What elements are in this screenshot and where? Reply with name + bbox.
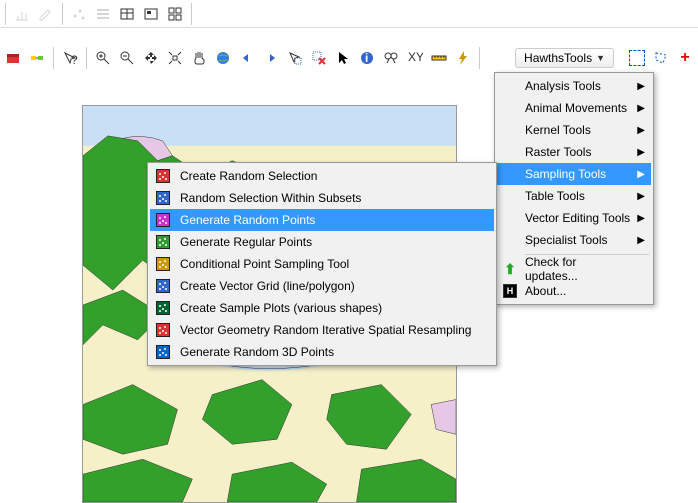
menu-item-label: Vector Editing Tools xyxy=(525,211,630,225)
submenu-item-label: Generate Regular Points xyxy=(180,235,312,249)
about-icon: H xyxy=(499,282,521,300)
fixed-zoom-in-icon[interactable] xyxy=(140,47,162,69)
submenu-item-label: Create Vector Grid (line/polygon) xyxy=(180,279,355,293)
submenu-item-create-sample-plots-various-shapes[interactable]: Create Sample Plots (various shapes) xyxy=(150,297,494,319)
submenu-item-random-selection-within-subsets[interactable]: Random Selection Within Subsets xyxy=(150,187,494,209)
submenu-item-label: Generate Random 3D Points xyxy=(180,345,334,359)
menu-item-specialist-tools[interactable]: Specialist Tools ▶ xyxy=(497,229,651,251)
menu-item-label: Animal Movements xyxy=(525,101,627,115)
sampling-tools-submenu: Create Random Selection Random Selection … xyxy=(147,162,497,366)
submenu-item-label: Create Sample Plots (various shapes) xyxy=(180,301,382,315)
hawths-tools-button[interactable]: HawthsTools ▼ xyxy=(515,48,614,68)
hawths-tools-label: HawthsTools xyxy=(524,51,592,65)
menu-item-check-for-updates[interactable]: ⬆Check for updates... xyxy=(497,258,651,280)
cond-pts-icon xyxy=(152,255,174,273)
submenu-item-create-vector-grid-linepolygon[interactable]: Create Vector Grid (line/polygon) xyxy=(150,275,494,297)
menu-item-kernel-tools[interactable]: Kernel Tools ▶ xyxy=(497,119,651,141)
menu-item-label: Check for updates... xyxy=(525,255,631,283)
submenu-item-generate-random-points[interactable]: Generate Random Points xyxy=(150,209,494,231)
tb-edit-icon[interactable] xyxy=(35,3,57,25)
zoom-out-icon[interactable] xyxy=(116,47,138,69)
menu-item-raster-tools[interactable]: Raster Tools ▶ xyxy=(497,141,651,163)
xy-icon[interactable]: XY xyxy=(404,47,426,69)
identify-icon[interactable]: ? xyxy=(59,47,81,69)
pan-icon[interactable] xyxy=(188,47,210,69)
tb-grid-icon[interactable] xyxy=(164,3,186,25)
vgriser-icon xyxy=(152,321,174,339)
clear-select-icon[interactable] xyxy=(308,47,330,69)
find-icon[interactable] xyxy=(380,47,402,69)
select-features-icon[interactable] xyxy=(284,47,306,69)
toolbar-main: ? i XY HawthsTools ▼ + xyxy=(0,44,698,72)
submenu-item-generate-regular-points[interactable]: Generate Regular Points xyxy=(150,231,494,253)
update-icon: ⬆ xyxy=(499,260,521,278)
tb-list-icon[interactable] xyxy=(92,3,114,25)
tb-layout-icon[interactable] xyxy=(140,3,162,25)
next-extent-icon[interactable] xyxy=(260,47,282,69)
chevron-right-icon: ▶ xyxy=(637,81,645,92)
random-3d-icon xyxy=(152,343,174,361)
select-rect-icon[interactable] xyxy=(626,47,648,69)
bolt-icon[interactable] xyxy=(452,47,474,69)
target-cross-icon[interactable]: + xyxy=(674,47,696,69)
submenu-item-vector-geometry-random-iterative-spatial-resampling[interactable]: Vector Geometry Random Iterative Spatial… xyxy=(150,319,494,341)
menu-item-label: Sampling Tools xyxy=(525,167,606,181)
zoom-in-icon[interactable] xyxy=(92,47,114,69)
prev-extent-icon[interactable] xyxy=(236,47,258,69)
svg-text:XY: XY xyxy=(408,50,423,64)
submenu-item-label: Conditional Point Sampling Tool xyxy=(180,257,349,271)
submenu-item-label: Vector Geometry Random Iterative Spatial… xyxy=(180,323,471,337)
tb-scatter-icon[interactable] xyxy=(68,3,90,25)
sample-plots-icon xyxy=(152,299,174,317)
menu-item-analysis-tools[interactable]: Analysis Tools ▶ xyxy=(497,75,651,97)
info-icon[interactable]: i xyxy=(356,47,378,69)
chevron-right-icon: ▶ xyxy=(637,103,645,114)
toolbar-top xyxy=(0,0,698,28)
measure-icon[interactable] xyxy=(428,47,450,69)
submenu-item-label: Random Selection Within Subsets xyxy=(180,191,361,205)
menu-item-vector-editing-tools[interactable]: Vector Editing Tools ▶ xyxy=(497,207,651,229)
submenu-item-create-random-selection[interactable]: Create Random Selection xyxy=(150,165,494,187)
toolbox-icon[interactable] xyxy=(2,47,24,69)
regular-pts-icon xyxy=(152,233,174,251)
submenu-item-label: Generate Random Points xyxy=(180,213,315,227)
model-icon[interactable] xyxy=(26,47,48,69)
chevron-right-icon: ▶ xyxy=(637,147,645,158)
menu-item-label: Kernel Tools xyxy=(525,123,591,137)
submenu-item-conditional-point-sampling-tool[interactable]: Conditional Point Sampling Tool xyxy=(150,253,494,275)
menu-item-sampling-tools[interactable]: Sampling Tools ▶ xyxy=(497,163,651,185)
menu-item-label: Table Tools xyxy=(525,189,585,203)
menu-item-table-tools[interactable]: Table Tools ▶ xyxy=(497,185,651,207)
vector-grid-icon xyxy=(152,277,174,295)
submenu-item-generate-random-3d-points[interactable]: Generate Random 3D Points xyxy=(150,341,494,363)
select-poly-icon[interactable] xyxy=(650,47,672,69)
menu-item-animal-movements[interactable]: Animal Movements ▶ xyxy=(497,97,651,119)
subset-icon xyxy=(152,189,174,207)
svg-text:i: i xyxy=(365,51,368,65)
chevron-right-icon: ▶ xyxy=(637,169,645,180)
fixed-zoom-out-icon[interactable] xyxy=(164,47,186,69)
full-extent-icon[interactable] xyxy=(212,47,234,69)
submenu-item-label: Create Random Selection xyxy=(180,169,317,183)
random-sel-icon xyxy=(152,167,174,185)
caret-down-icon: ▼ xyxy=(596,53,605,63)
hawths-tools-menu: Analysis Tools▶Animal Movements▶Kernel T… xyxy=(494,72,654,305)
pointer-icon[interactable] xyxy=(332,47,354,69)
chevron-right-icon: ▶ xyxy=(637,125,645,136)
tb-table-icon[interactable] xyxy=(116,3,138,25)
menu-item-label: About... xyxy=(525,284,566,298)
menu-item-about[interactable]: H About... xyxy=(497,280,651,302)
menu-item-label: Raster Tools xyxy=(525,145,591,159)
chevron-right-icon: ▶ xyxy=(637,213,645,224)
menu-item-label: Specialist Tools xyxy=(525,233,608,247)
svg-text:?: ? xyxy=(71,53,78,66)
random-pts-icon xyxy=(152,211,174,229)
menu-item-label: Analysis Tools xyxy=(525,79,601,93)
chevron-right-icon: ▶ xyxy=(637,191,645,202)
tb-chart-icon[interactable] xyxy=(11,3,33,25)
chevron-right-icon: ▶ xyxy=(637,235,645,246)
